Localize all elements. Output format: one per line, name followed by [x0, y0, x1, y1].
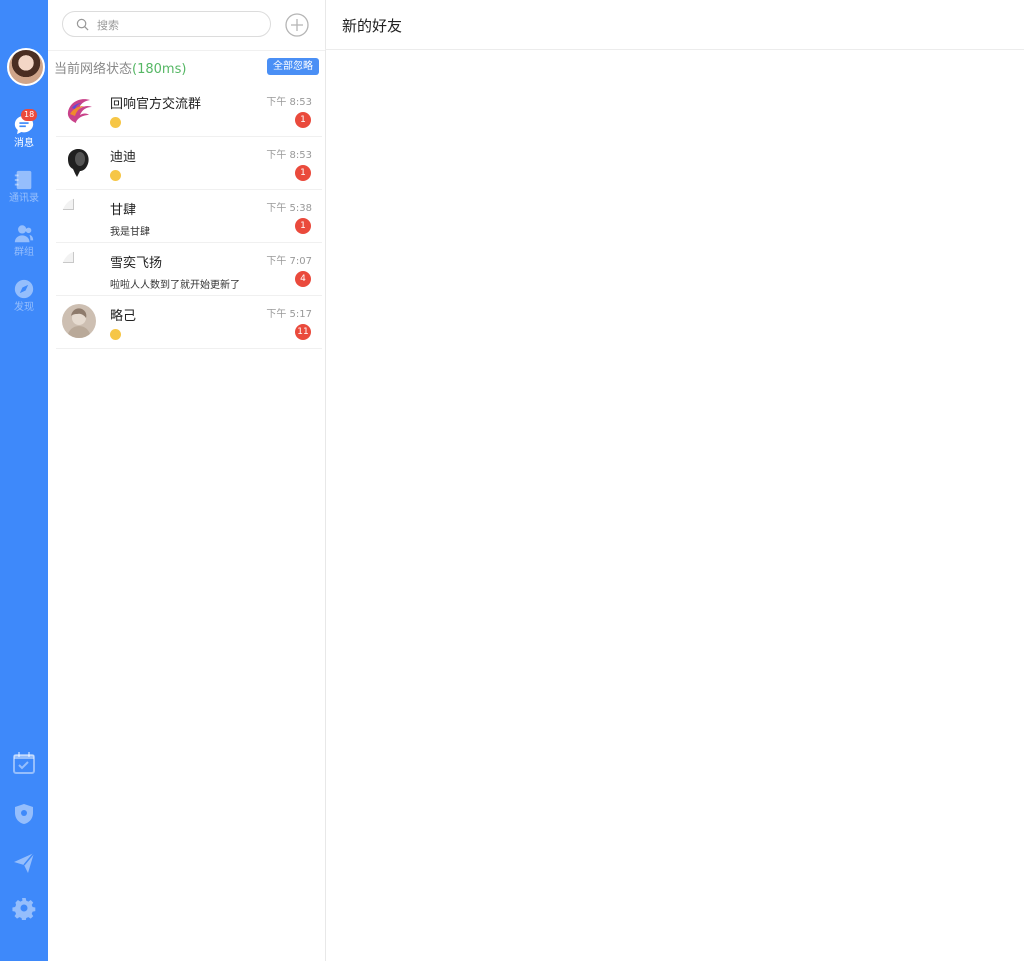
- broken-image-icon: [62, 198, 96, 232]
- network-status-label: 当前网络状态: [54, 62, 133, 77]
- conversation-row[interactable]: 甘肆 我是甘肆 下午 5:38 1: [56, 190, 322, 243]
- smile-emoji-icon: [110, 117, 121, 128]
- unread-badge: 1: [295, 218, 311, 234]
- calendar-icon[interactable]: [12, 751, 36, 775]
- unread-badge: 1: [295, 112, 311, 128]
- user-avatar[interactable]: [7, 48, 45, 86]
- page-title: 新的好友: [342, 17, 403, 35]
- shield-icon[interactable]: [12, 802, 36, 826]
- conversation-time: 下午 5:38: [266, 203, 312, 214]
- sidebar: 消息 18 通讯录 群组 发现: [0, 0, 48, 961]
- smile-emoji-icon: [110, 170, 121, 181]
- nav-groups[interactable]: 群组: [0, 223, 48, 259]
- user-avatar-sketch: [62, 304, 96, 338]
- conversation-time: 下午 5:17: [266, 309, 312, 320]
- conversation-name: 雪奕飞扬: [110, 256, 163, 271]
- conversation-panel: 搜索 当前网络状态(180ms) 全部忽略 回响官方交流群 下午 8:53 1 …: [48, 0, 326, 961]
- add-icon[interactable]: [285, 13, 309, 37]
- conversation-name: 甘肆: [110, 203, 137, 218]
- ignore-all-button[interactable]: 全部忽略: [267, 58, 319, 75]
- conversation-preview: 我是甘肆: [110, 227, 150, 238]
- nav-discover[interactable]: 发现: [0, 278, 48, 314]
- unread-badge: 4: [295, 271, 311, 287]
- conversation-time: 下午 8:53: [266, 97, 312, 108]
- group-avatar-phoenix: [62, 92, 96, 126]
- search-placeholder[interactable]: 搜索: [97, 17, 119, 33]
- nav-discover-label: 发现: [14, 302, 34, 313]
- gear-icon[interactable]: [12, 896, 36, 920]
- unread-badge: 11: [295, 324, 311, 340]
- conversation-preview: 啦啦人人数到了就开始更新了: [110, 280, 240, 291]
- thinking-emoji-icon: [110, 329, 121, 340]
- conversation-name: 回响官方交流群: [110, 97, 202, 112]
- address-book-icon: [14, 170, 32, 190]
- unread-badge: 1: [295, 165, 311, 181]
- users-icon: [14, 225, 34, 243]
- search-icon: [76, 18, 89, 31]
- conversation-preview: [110, 170, 121, 182]
- messages-badge: 18: [21, 109, 38, 121]
- broken-image-icon: [62, 251, 96, 285]
- divider: [48, 50, 325, 51]
- search-box[interactable]: 搜索: [62, 11, 271, 37]
- conversation-time: 下午 8:53: [266, 150, 312, 161]
- main-header: 新的好友: [325, 0, 1024, 50]
- conversation-row[interactable]: 迪迪 下午 8:53 1: [56, 137, 322, 190]
- nav-messages-label: 消息: [14, 138, 34, 149]
- network-status: 当前网络状态(180ms): [54, 58, 186, 77]
- network-latency: (180ms): [132, 62, 187, 77]
- user-avatar-portrait: [62, 145, 96, 179]
- nav-contacts-label: 通讯录: [9, 193, 39, 204]
- conversation-row[interactable]: 略己 下午 5:17 11: [56, 296, 322, 349]
- conversation-time: 下午 7:07: [266, 256, 312, 267]
- send-icon[interactable]: [12, 851, 36, 875]
- nav-contacts[interactable]: 通讯录: [0, 169, 48, 205]
- conversation-preview: [110, 117, 121, 129]
- conversation-name: 略己: [110, 309, 137, 324]
- conversation-row[interactable]: 回响官方交流群 下午 8:53 1: [56, 84, 322, 137]
- conversation-preview: [110, 329, 121, 341]
- conversation-name: 迪迪: [110, 150, 137, 165]
- compass-icon: [14, 279, 34, 299]
- nav-groups-label: 群组: [14, 247, 34, 258]
- conversation-row[interactable]: 雪奕飞扬 啦啦人人数到了就开始更新了 下午 7:07 4: [56, 243, 322, 296]
- nav-messages[interactable]: 消息 18: [0, 109, 48, 150]
